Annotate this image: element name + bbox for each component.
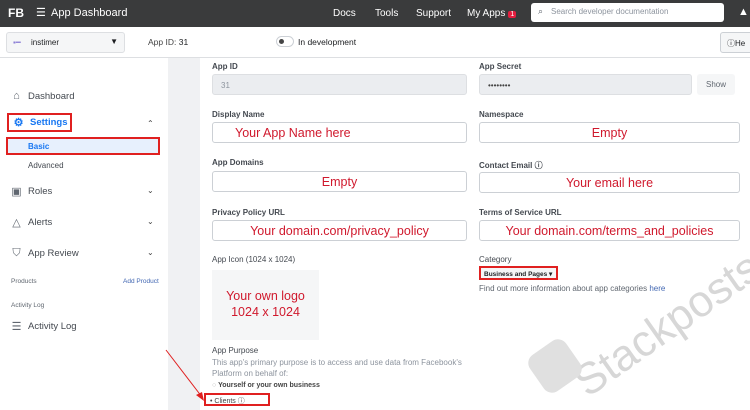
option-label: Clients	[214, 398, 236, 405]
fb-logo[interactable]: FB	[8, 6, 24, 20]
sidebar-item-advanced[interactable]: Advanced	[28, 161, 64, 170]
category-info-text: Find out more information about app cate…	[479, 284, 648, 293]
app-id-field[interactable]: 31	[212, 74, 467, 95]
chevron-down-icon[interactable]: ⌄	[147, 186, 154, 195]
products-heading: Products	[11, 278, 37, 285]
app-dashboard-title[interactable]: App Dashboard	[51, 7, 127, 19]
display-name-input[interactable]: Your App Name here	[212, 122, 467, 143]
app-secret-field[interactable]: ••••••••	[479, 74, 692, 95]
info-icon[interactable]: ⓘ	[535, 161, 543, 170]
sidebar-label: Roles	[28, 186, 53, 197]
terms-url-input[interactable]: Your domain.com/terms_and_policies	[479, 220, 740, 241]
dev-status: In development	[298, 37, 357, 47]
sidebar-label: Settings	[30, 117, 68, 128]
contact-email-input[interactable]: Your email here	[479, 172, 740, 193]
app-id-display: App ID: 31	[148, 37, 188, 47]
home-icon: ⌂	[13, 90, 20, 102]
terms-url-label: Terms of Service URL	[479, 208, 562, 217]
gear-icon: ⚙	[13, 117, 24, 129]
bell-icon: △	[12, 217, 21, 229]
purpose-option-clients[interactable]: • Clients ⓘ	[204, 393, 270, 406]
dev-mode-toggle[interactable]	[276, 36, 294, 47]
logo-line-2: 1024 x 1024	[231, 305, 300, 319]
app-icon: ▪━	[13, 38, 21, 47]
top-bar: FB ☰ App Dashboard Docs Tools Support My…	[0, 0, 750, 27]
help-button[interactable]: ⓘHe	[720, 32, 750, 53]
chevron-up-icon[interactable]: ⌃	[147, 119, 154, 128]
hamburger-icon[interactable]: ☰	[36, 6, 46, 19]
app-header: ▪━ instimer ▼ App ID: 31 In development ⓘH…	[0, 27, 750, 58]
privacy-url-label: Privacy Policy URL	[212, 208, 285, 217]
category-value: Business and Pages	[484, 271, 548, 278]
category-here-link[interactable]: here	[649, 284, 665, 293]
option-label: Yourself or your own business	[218, 382, 320, 389]
sidebar-item-settings[interactable]: ⚙ Settings	[7, 113, 73, 132]
display-name-label: Display Name	[212, 110, 265, 119]
add-product-link[interactable]: Add Product	[123, 278, 159, 285]
caret-down-icon: ▾	[549, 271, 553, 278]
sidebar-label: Advanced	[28, 161, 64, 170]
sidebar-item-dashboard[interactable]: ⌂ Dashboard	[10, 90, 74, 102]
contact-email-label: Contact Email ⓘ	[479, 160, 543, 171]
category-info: Find out more information about app cate…	[479, 284, 665, 293]
annotation-arrow	[165, 349, 204, 401]
radio-checked[interactable]: •	[210, 398, 212, 405]
info-icon[interactable]: ⓘ	[238, 398, 245, 405]
category-label: Category	[479, 255, 512, 264]
app-id-label: App ID:	[148, 37, 177, 47]
app-id-label: App ID	[212, 62, 238, 71]
app-id-value: 31	[178, 37, 189, 47]
chevron-down-icon[interactable]: ⌄	[147, 248, 154, 257]
nav-support[interactable]: Support	[416, 8, 451, 19]
contact-email-text: Contact Email	[479, 161, 533, 170]
chevron-down-icon[interactable]: ⌄	[147, 217, 154, 226]
app-domains-label: App Domains	[212, 158, 264, 167]
nav-tools[interactable]: Tools	[375, 8, 398, 19]
sidebar-item-alerts[interactable]: △ Alerts	[10, 216, 52, 229]
sidebar-label: Activity Log	[28, 321, 77, 332]
help-label: He	[735, 39, 746, 48]
nav-my-apps[interactable]: My Apps 1	[467, 8, 517, 19]
roles-icon: ▣	[11, 186, 22, 198]
search-placeholder: Search developer documentation	[551, 7, 669, 16]
sidebar: ⌂ Dashboard ⚙ Settings ⌃ Basic Advanced ▣ R…	[0, 58, 168, 410]
my-apps-label: My Apps	[467, 8, 506, 19]
nav-docs[interactable]: Docs	[333, 8, 356, 19]
sidebar-item-activity-log[interactable]: ☰ Activity Log	[10, 320, 77, 333]
search-icon: ⌕	[538, 6, 544, 16]
purpose-option-self[interactable]: ○ Yourself or your own business	[212, 382, 320, 389]
sidebar-item-roles[interactable]: ▣ Roles	[10, 185, 52, 198]
list-icon: ☰	[11, 321, 22, 333]
sidebar-label: Basic	[28, 141, 50, 151]
activity-heading: Activity Log	[11, 302, 45, 309]
sidebar-label: App Review	[28, 248, 79, 259]
sidebar-item-basic[interactable]: Basic	[6, 137, 160, 155]
namespace-input[interactable]: Empty	[479, 122, 740, 143]
bell-icon[interactable]: ▲	[738, 6, 749, 18]
sidebar-label: Dashboard	[28, 90, 75, 102]
logo-line-1: Your own logo	[226, 289, 305, 303]
app-icon-upload[interactable]: Your own logo 1024 x 1024	[212, 270, 319, 340]
app-icon-label: App Icon (1024 x 1024)	[212, 255, 296, 264]
help-icon: ⓘ	[727, 39, 735, 48]
app-purpose-label: App Purpose	[212, 346, 259, 355]
sidebar-item-app-review[interactable]: ⛉ App Review	[10, 247, 79, 260]
notification-badge: 1	[508, 11, 517, 18]
privacy-url-input[interactable]: Your domain.com/privacy_policy	[212, 220, 467, 241]
app-secret-label: App Secret	[479, 62, 522, 71]
namespace-label: Namespace	[479, 110, 524, 119]
radio-unchecked[interactable]: ○	[212, 382, 216, 389]
caret-down-icon: ▼	[110, 37, 118, 46]
category-dropdown[interactable]: Business and Pages ▾	[479, 266, 558, 280]
shield-check-icon: ⛉	[12, 247, 21, 259]
show-secret-button[interactable]: Show	[697, 74, 735, 95]
search-input[interactable]: ⌕ Search developer documentation	[531, 3, 724, 22]
app-purpose-desc: This app's primary purpose is to access …	[212, 358, 462, 378]
app-selector[interactable]: ▪━ instimer ▼	[6, 32, 125, 53]
app-name: instimer	[31, 38, 60, 47]
sidebar-label: Alerts	[28, 217, 53, 228]
app-domains-input[interactable]: Empty	[212, 171, 467, 192]
